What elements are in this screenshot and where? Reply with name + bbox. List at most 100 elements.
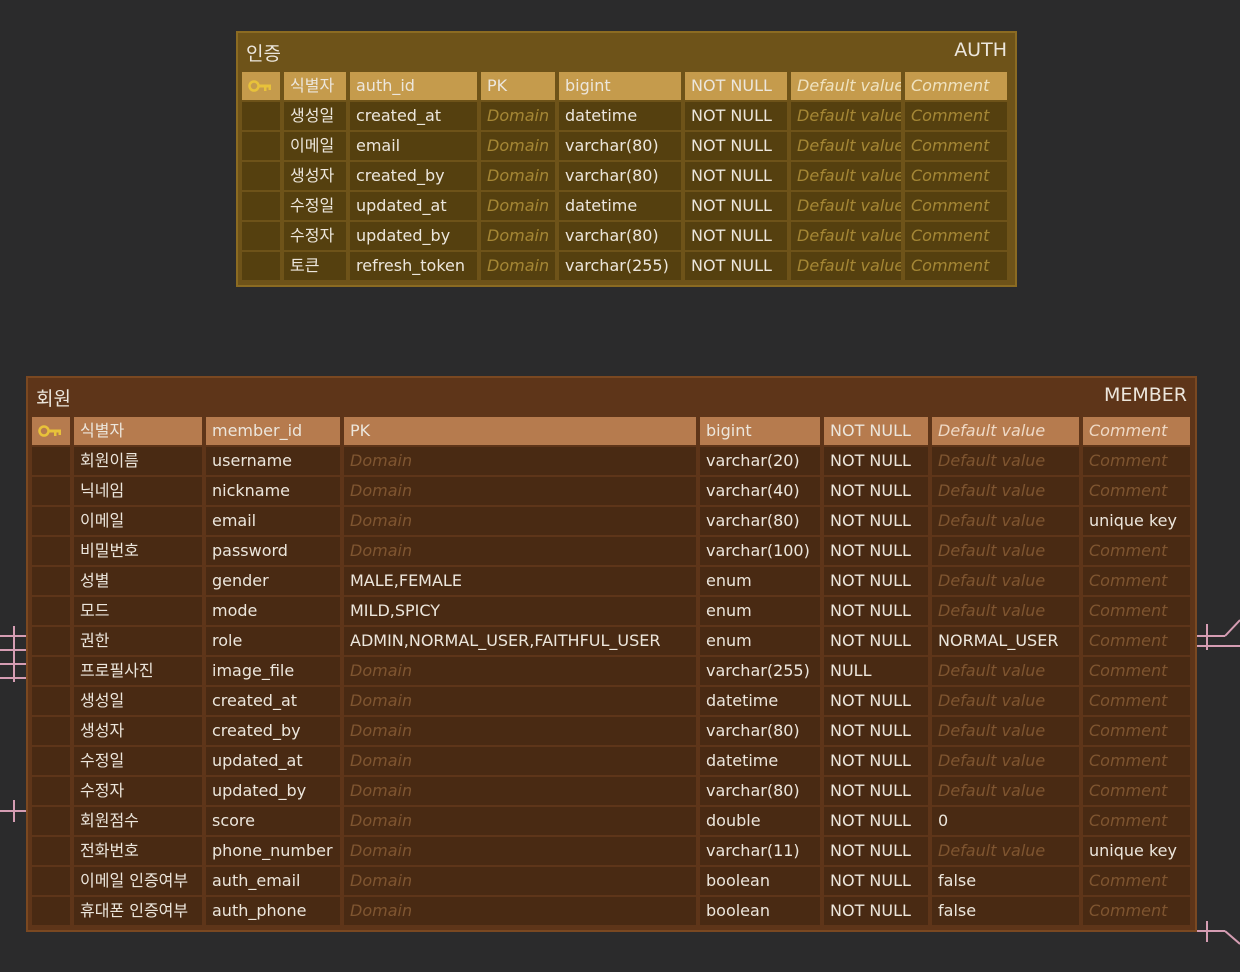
cell-nullability[interactable]: NOT NULL [824, 477, 928, 505]
cell-default-value[interactable]: false [932, 897, 1079, 925]
cell-physical-name[interactable]: password [206, 537, 340, 565]
cell-data-type[interactable]: enum [700, 597, 820, 625]
cell-nullability[interactable]: NOT NULL [824, 807, 928, 835]
cell-nullability[interactable]: NOT NULL [824, 567, 928, 595]
cell-data-type[interactable]: boolean [700, 867, 820, 895]
cell-physical-name[interactable]: created_at [206, 687, 340, 715]
cell-domain[interactable]: Domain [481, 192, 555, 220]
cell-domain[interactable]: Domain [481, 132, 555, 160]
cell-domain[interactable]: Domain [344, 447, 696, 475]
cell-domain[interactable]: PK [481, 72, 555, 100]
cell-nullability[interactable]: NOT NULL [685, 252, 787, 280]
entity-auth[interactable]: 인증 AUTH 식별자 auth_id PK bigint NOT NULL Defaul… [236, 31, 1017, 287]
cell-nullability[interactable]: NOT NULL [824, 777, 928, 805]
cell-logical-name[interactable]: 프로필사진 [74, 657, 202, 685]
cell-nullability[interactable]: NOT NULL [824, 537, 928, 565]
relationship-line-right[interactable] [1197, 612, 1240, 658]
cell-nullability[interactable]: NOT NULL [685, 192, 787, 220]
cell-logical-name[interactable]: 수정자 [284, 222, 346, 250]
cell-domain[interactable]: MILD,SPICY [344, 597, 696, 625]
cell-domain[interactable]: Domain [344, 747, 696, 775]
cell-logical-name[interactable]: 생성자 [284, 162, 346, 190]
cell-comment[interactable]: Comment [1083, 537, 1190, 565]
cell-domain[interactable]: PK [344, 417, 696, 445]
cell-comment[interactable]: unique key [1083, 837, 1190, 865]
cell-data-type[interactable]: varchar(80) [700, 777, 820, 805]
cell-physical-name[interactable]: score [206, 807, 340, 835]
cell-data-type[interactable]: datetime [700, 687, 820, 715]
cell-logical-name[interactable]: 수정자 [74, 777, 202, 805]
cell-default-value[interactable]: Default value [791, 102, 901, 130]
cell-default-value[interactable]: Default value [932, 837, 1079, 865]
cell-nullability[interactable]: NOT NULL [824, 597, 928, 625]
cell-nullability[interactable]: NOT NULL [685, 222, 787, 250]
cell-nullability[interactable]: NOT NULL [824, 897, 928, 925]
cell-default-value[interactable]: 0 [932, 807, 1079, 835]
cell-logical-name[interactable]: 비밀번호 [74, 537, 202, 565]
cell-comment[interactable]: Comment [1083, 717, 1190, 745]
cell-physical-name[interactable]: auth_id [350, 72, 477, 100]
cell-data-type[interactable]: bigint [700, 417, 820, 445]
cell-physical-name[interactable]: username [206, 447, 340, 475]
cell-comment[interactable]: Comment [1083, 867, 1190, 895]
cell-physical-name[interactable]: created_by [206, 717, 340, 745]
cell-nullability[interactable]: NOT NULL [824, 507, 928, 535]
cell-data-type[interactable]: varchar(80) [559, 222, 681, 250]
cell-data-type[interactable]: varchar(80) [700, 507, 820, 535]
cell-physical-name[interactable]: updated_at [350, 192, 477, 220]
cell-default-value[interactable]: Default value [932, 597, 1079, 625]
cell-logical-name[interactable]: 모드 [74, 597, 202, 625]
cell-nullability[interactable]: NULL [824, 657, 928, 685]
cell-physical-name[interactable]: updated_at [206, 747, 340, 775]
cell-comment[interactable]: Comment [1083, 897, 1190, 925]
cell-default-value[interactable]: Default value [932, 537, 1079, 565]
cell-comment[interactable]: Comment [905, 252, 1007, 280]
cell-comment[interactable]: Comment [1083, 807, 1190, 835]
cell-default-value[interactable]: Default value [932, 477, 1079, 505]
cell-comment[interactable]: Comment [1083, 477, 1190, 505]
cell-domain[interactable]: MALE,FEMALE [344, 567, 696, 595]
cell-nullability[interactable]: NOT NULL [824, 867, 928, 895]
cell-logical-name[interactable]: 토큰 [284, 252, 346, 280]
cell-physical-name[interactable]: auth_phone [206, 897, 340, 925]
cell-comment[interactable]: Comment [905, 72, 1007, 100]
cell-domain[interactable]: Domain [481, 102, 555, 130]
cell-default-value[interactable]: Default value [791, 72, 901, 100]
cell-physical-name[interactable]: member_id [206, 417, 340, 445]
cell-nullability[interactable]: NOT NULL [685, 72, 787, 100]
cell-data-type[interactable]: varchar(11) [700, 837, 820, 865]
cell-default-value[interactable]: Default value [791, 222, 901, 250]
cell-comment[interactable]: unique key [1083, 507, 1190, 535]
cell-nullability[interactable]: NOT NULL [685, 102, 787, 130]
cell-nullability[interactable]: NOT NULL [824, 687, 928, 715]
cell-logical-name[interactable]: 생성자 [74, 717, 202, 745]
cell-domain[interactable]: Domain [344, 717, 696, 745]
cell-physical-name[interactable]: email [206, 507, 340, 535]
cell-data-type[interactable]: datetime [559, 192, 681, 220]
cell-logical-name[interactable]: 권한 [74, 627, 202, 655]
cell-domain[interactable]: Domain [344, 687, 696, 715]
cell-nullability[interactable]: NOT NULL [824, 447, 928, 475]
cell-physical-name[interactable]: nickname [206, 477, 340, 505]
cell-domain[interactable]: Domain [481, 162, 555, 190]
cell-physical-name[interactable]: refresh_token [350, 252, 477, 280]
cell-comment[interactable]: Comment [1083, 447, 1190, 475]
cell-data-type[interactable]: datetime [559, 102, 681, 130]
cell-logical-name[interactable]: 이메일 [284, 132, 346, 160]
cell-logical-name[interactable]: 전화번호 [74, 837, 202, 865]
cell-data-type[interactable]: enum [700, 567, 820, 595]
cell-data-type[interactable]: varchar(100) [700, 537, 820, 565]
cell-comment[interactable]: Comment [1083, 627, 1190, 655]
cell-comment[interactable]: Comment [905, 222, 1007, 250]
cell-physical-name[interactable]: updated_by [206, 777, 340, 805]
relationship-line-right-bottom[interactable] [1197, 918, 1240, 948]
cell-comment[interactable]: Comment [1083, 567, 1190, 595]
cell-comment[interactable]: Comment [1083, 687, 1190, 715]
cell-physical-name[interactable]: updated_by [350, 222, 477, 250]
relationship-line-left-crowfoot[interactable] [0, 618, 30, 684]
cell-logical-name[interactable]: 생성일 [284, 102, 346, 130]
cell-nullability[interactable]: NOT NULL [685, 162, 787, 190]
cell-physical-name[interactable]: phone_number [206, 837, 340, 865]
cell-default-value[interactable]: Default value [932, 447, 1079, 475]
cell-domain[interactable]: Domain [344, 837, 696, 865]
